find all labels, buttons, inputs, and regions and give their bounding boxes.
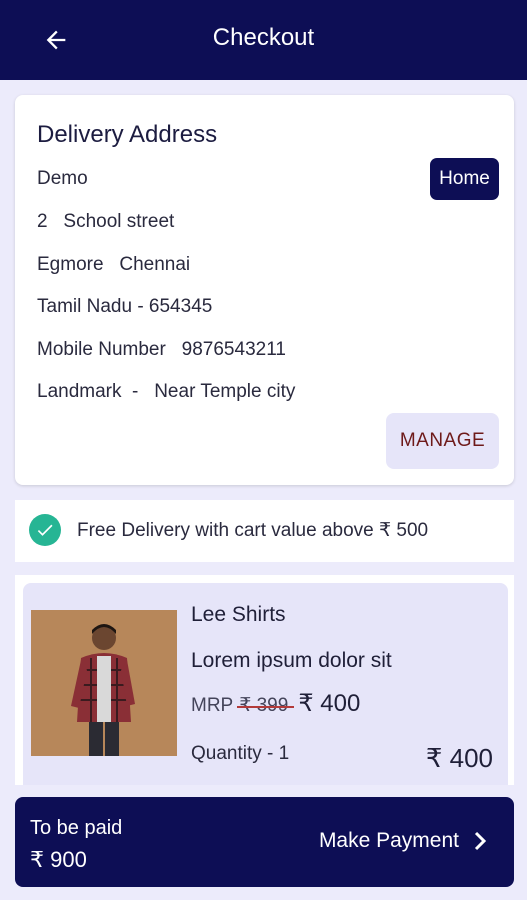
address-line-3: Tamil Nadu - 654345 <box>37 296 213 317</box>
address-type-badge: Home <box>430 158 499 200</box>
app-bar: Checkout <box>0 0 527 80</box>
product-quantity: Quantity - 1 <box>191 743 290 764</box>
item-total: ₹ 400 <box>425 743 493 773</box>
mrp-original-price: ₹ 399 <box>237 695 295 716</box>
make-payment-label: Make Payment <box>318 829 459 852</box>
cart-item[interactable]: Lee Shirts Lorem ipsum dolor sit MRP ₹ 3… <box>23 583 508 785</box>
address-name: Demo <box>37 168 88 189</box>
product-name: Lee Shirts <box>191 603 286 626</box>
address-heading: Delivery Address <box>37 121 218 148</box>
product-description: Lorem ipsum dolor sit <box>191 649 392 672</box>
page-title: Checkout <box>212 24 315 51</box>
make-payment-button[interactable]: Make Payment <box>319 829 489 853</box>
address-line-1: 2 School street <box>37 211 175 232</box>
total-amount: ₹ 900 <box>30 847 87 872</box>
check-circle-icon <box>29 514 61 546</box>
price-row: MRP ₹ 399 ₹ 400 <box>191 689 360 718</box>
free-delivery-banner: Free Delivery with cart value above ₹ 50… <box>15 500 514 562</box>
product-image <box>31 610 177 756</box>
cart-item-card: Lee Shirts Lorem ipsum dolor sit MRP ₹ 3… <box>15 575 514 785</box>
mrp-label: MRP <box>191 695 234 716</box>
payment-bar: To be paid ₹ 900 Make Payment <box>15 797 514 887</box>
to-be-paid-label: To be paid <box>30 817 123 839</box>
address-mobile: Mobile Number 9876543211 <box>37 339 286 360</box>
address-landmark: Landmark - Near Temple city <box>37 381 296 402</box>
address-line-2: Egmore Chennai <box>37 254 191 275</box>
delivery-address-card: Delivery Address Demo Home 2 School stre… <box>15 95 514 485</box>
chevron-right-icon <box>471 830 489 852</box>
free-delivery-text: Free Delivery with cart value above ₹ 50… <box>77 520 429 541</box>
product-price: ₹ 400 <box>298 690 361 717</box>
manage-address-button[interactable]: MANAGE <box>386 413 499 469</box>
